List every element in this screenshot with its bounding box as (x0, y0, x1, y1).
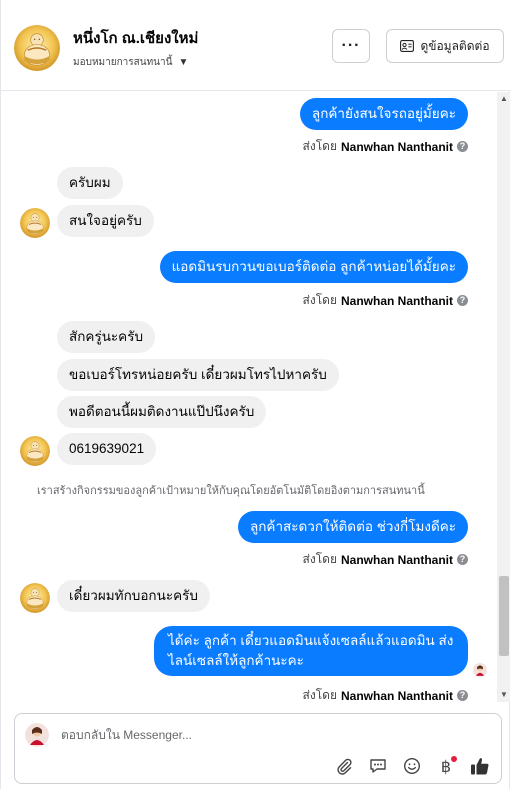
message-bubble-outgoing[interactable]: ได้ค่ะ ลูกค้า เดี๋ยวแอดมินแจ้งเซลล์แล้วแ… (154, 626, 468, 676)
sent-by-label: ส่งโดย Nanwhan Nanthanit ? (303, 550, 468, 569)
customer-avatar[interactable] (20, 208, 50, 238)
thread-scrollbar[interactable]: ▲ ▼ (497, 92, 510, 702)
reply-input[interactable] (61, 728, 461, 742)
scrollbar-thumb[interactable] (499, 576, 509, 656)
sent-by-prefix: ส่งโดย (302, 688, 337, 702)
help-icon[interactable]: ? (457, 295, 468, 306)
message-bubble-outgoing[interactable]: ลูกค้ายังสนใจรถอยู่มั้ยคะ (299, 98, 468, 130)
message-bubble-incoming[interactable]: พอดีตอนนี้ผมติดงานแป๊ปนึงครับ (57, 396, 267, 428)
scroll-down-arrow-icon[interactable]: ▼ (497, 688, 510, 702)
sent-by-label: ส่งโดย Nanwhan Nanthanit ? (303, 137, 468, 156)
message-bubble-incoming[interactable]: เดี๋ยวผมทักบอกนะครับ (57, 580, 210, 612)
messenger-panel: หนึ่งโก ณ.เชียงใหม่ มอบหมายการสนทนานี้ ▼… (0, 0, 510, 789)
saved-reply-icon[interactable] (367, 755, 389, 777)
like-icon[interactable] (469, 755, 491, 777)
more-options-button[interactable]: ··· (332, 29, 370, 63)
help-icon[interactable]: ? (457, 690, 468, 701)
read-receipt-avatar (473, 663, 487, 677)
sent-by-prefix: ส่งโดย (302, 293, 337, 307)
system-note: เราสร้างกิจกรรมของลูกค้าเป้าหมายให้กับคุ… (37, 485, 425, 497)
scroll-up-arrow-icon[interactable]: ▲ (497, 92, 510, 106)
conversation-header: หนึ่งโก ณ.เชียงใหม่ มอบหมายการสนทนานี้ ▼… (1, 0, 510, 91)
message-bubble-outgoing[interactable]: แอดมินรบกวนขอเบอร์ติดต่อ ลูกค้าหน่อยได้ม… (159, 251, 468, 283)
help-icon[interactable]: ? (457, 554, 468, 565)
sent-by-prefix: ส่งโดย (302, 139, 337, 153)
emoji-icon[interactable] (401, 755, 423, 777)
sender-name[interactable]: Nanwhan Nanthanit (341, 689, 453, 703)
assign-label: มอบหมายการสนทนานี้ (73, 57, 173, 68)
message-bubble-incoming[interactable]: ครับผม (57, 167, 123, 199)
page-name[interactable]: หนึ่งโก ณ.เชียงใหม่ (73, 26, 198, 50)
payment-icon[interactable]: ฿ (435, 755, 457, 777)
message-bubble-incoming[interactable]: สนใจอยู่ครับ (57, 205, 154, 237)
sender-name[interactable]: Nanwhan Nanthanit (341, 140, 453, 154)
notification-dot (451, 756, 457, 762)
sender-name[interactable]: Nanwhan Nanthanit (341, 553, 453, 567)
sent-by-label: ส่งโดย Nanwhan Nanthanit ? (303, 686, 468, 702)
page-avatar[interactable] (14, 25, 60, 71)
message-bubble-incoming[interactable]: ขอเบอร์โทรหน่อยครับ เดี๋ยวผมโทรไปหาครับ (57, 359, 339, 391)
sent-by-prefix: ส่งโดย (302, 552, 337, 566)
sent-by-label: ส่งโดย Nanwhan Nanthanit ? (303, 291, 468, 310)
contact-card-icon (400, 40, 415, 52)
message-bubble-incoming[interactable]: 0619639021 (57, 433, 157, 465)
view-contact-label: ดูข้อมูลติดต่อ (420, 38, 490, 53)
message-thread[interactable]: ลูกค้ายังสนใจรถอยู่มั้ยคะ ส่งโดย Nanwhan… (1, 92, 510, 702)
sender-name[interactable]: Nanwhan Nanthanit (341, 294, 453, 308)
customer-avatar[interactable] (20, 583, 50, 613)
attachment-icon[interactable] (333, 755, 355, 777)
reply-composer: ฿ (14, 713, 502, 784)
agent-avatar (25, 723, 49, 747)
message-bubble-outgoing[interactable]: ลูกค้าสะดวกให้ติดต่อ ช่วงกี่โมงดีคะ (237, 511, 468, 543)
view-contact-button[interactable]: ดูข้อมูลติดต่อ (386, 29, 504, 63)
assign-conversation-dropdown[interactable]: มอบหมายการสนทนานี้ ▼ (73, 55, 188, 70)
customer-avatar[interactable] (20, 436, 50, 466)
composer-toolbar: ฿ (333, 755, 491, 777)
message-bubble-incoming[interactable]: สักครู่นะครับ (57, 321, 156, 353)
baht-glyph: ฿ (440, 756, 452, 776)
chevron-down-icon: ▼ (178, 57, 189, 68)
help-icon[interactable]: ? (457, 141, 468, 152)
